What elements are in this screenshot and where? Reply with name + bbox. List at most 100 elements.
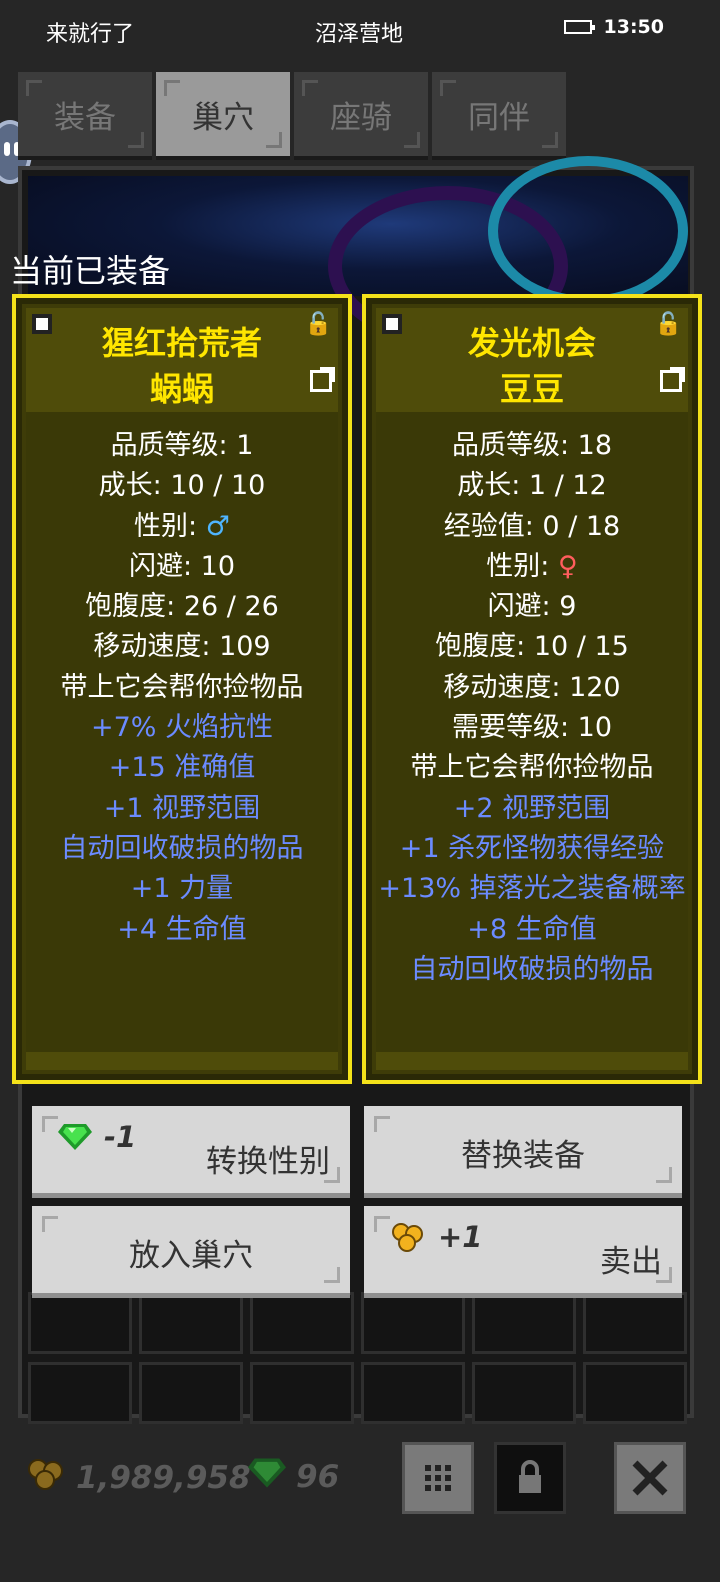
sell-label: 卖出 <box>600 1244 662 1280</box>
pet-species: 发光机会 <box>467 324 596 362</box>
close-button[interactable] <box>614 1442 686 1514</box>
gold-amount: 1,989,958 <box>76 1460 251 1496</box>
inventory-slot[interactable] <box>139 1362 243 1424</box>
rename-icon[interactable] <box>660 367 685 392</box>
put-in-nest-button[interactable]: 放入巢穴 <box>32 1206 350 1298</box>
inventory-grid-row <box>28 1362 687 1424</box>
tab-nest[interactable]: 巢穴 <box>156 72 290 160</box>
pet-card-new: 🔓 发光机会 豆豆 品质等级: 18 成长: 1 / 12 经验值: 0 / 18 性… <box>362 294 702 1084</box>
gold-reward-value: +1 <box>438 1220 483 1254</box>
inventory-slot[interactable] <box>250 1362 354 1424</box>
stat-line: 性别: ♂ <box>26 507 338 547</box>
stat-text: 品质等级: 1 <box>110 430 254 461</box>
tab-label: 装备 <box>54 99 116 136</box>
bottom-bar: 1,989,958 96 <box>0 1430 720 1530</box>
inventory-slot[interactable] <box>139 1292 243 1354</box>
stat-text: 经验值: 0 / 18 <box>443 510 621 542</box>
stat-text: 饱腹度: 10 / 15 <box>435 631 629 663</box>
stat-line: +1 杀死怪物获得经验 <box>376 829 688 869</box>
gold-coins-icon <box>390 1222 426 1252</box>
grid-view-button[interactable] <box>402 1442 474 1514</box>
clock: 13:50 <box>603 16 664 38</box>
inventory-slot[interactable] <box>361 1362 465 1424</box>
stat-line: 品质等级: 1 <box>26 426 338 466</box>
stat-text: +7% 火焰抗性 <box>90 712 274 744</box>
gem-icon <box>58 1124 92 1150</box>
stat-text: 品质等级: 18 <box>451 430 613 461</box>
pet-species: 猩红拾荒者 <box>101 324 262 362</box>
stat-text: 性别: <box>134 510 206 542</box>
stat-text: 闪避: 10 <box>128 550 236 582</box>
stat-text: +13% 掉落光之装备概率 <box>378 873 686 905</box>
tab-label: 巢穴 <box>192 99 254 136</box>
stat-line: +1 视野范围 <box>26 789 338 829</box>
stat-line: +2 视野范围 <box>376 789 688 829</box>
inventory-slot[interactable] <box>583 1362 687 1424</box>
male-gender-icon: ♂ <box>205 510 230 542</box>
replace-equipment-button[interactable]: 替换装备 <box>364 1106 682 1198</box>
pet-name: 蜗蜗 <box>149 370 214 408</box>
stat-text: 成长: 10 / 10 <box>98 470 266 502</box>
stat-line: 移动速度: 120 <box>376 668 688 708</box>
gem-display: 96 <box>248 1458 339 1496</box>
stat-text: 成长: 1 / 12 <box>457 470 607 502</box>
unlock-icon[interactable]: 🔓 <box>305 312 332 337</box>
stat-text: 带上它会帮你捡物品 <box>410 752 654 784</box>
stat-text: +15 准确值 <box>108 752 256 784</box>
inventory-slot[interactable] <box>472 1362 576 1424</box>
stat-line: 自动回收破损的物品 <box>26 829 338 869</box>
stat-line: 饱腹度: 10 / 15 <box>376 627 688 667</box>
gold-icon <box>26 1458 66 1498</box>
stat-text: +1 力量 <box>130 873 234 905</box>
unlock-icon[interactable]: 🔓 <box>655 312 682 337</box>
tab-bar: 装备 巢穴 座骑 同伴 <box>18 72 566 160</box>
stat-line: +4 生命值 <box>26 910 338 950</box>
inventory-slot[interactable] <box>250 1292 354 1354</box>
sell-button[interactable]: +1 卖出 <box>364 1206 682 1298</box>
stat-line: 需要等级: 10 <box>376 708 688 748</box>
stat-line: 自动回收破损的物品 <box>376 950 688 990</box>
stat-text: 带上它会帮你捡物品 <box>60 671 304 703</box>
stat-text: 需要等级: 10 <box>451 712 613 744</box>
inventory-slot[interactable] <box>28 1292 132 1354</box>
battery-icon <box>563 20 595 34</box>
stat-line: +15 准确值 <box>26 748 338 788</box>
status-bar: 来就行了 沼泽营地 13:50 <box>0 0 720 58</box>
gold-reward: +1 <box>390 1220 482 1254</box>
section-title: 当前已装备 <box>10 252 171 290</box>
stat-text: 饱腹度: 26 / 26 <box>85 591 279 623</box>
close-icon <box>632 1460 668 1496</box>
gem-cost: -1 <box>58 1120 136 1154</box>
tab-label: 同伴 <box>468 99 530 136</box>
inventory-slot[interactable] <box>361 1292 465 1354</box>
stat-line: 经验值: 0 / 18 <box>376 507 688 547</box>
inventory-slot[interactable] <box>28 1362 132 1424</box>
stat-line: 闪避: 9 <box>376 587 688 627</box>
stat-line: 饱腹度: 26 / 26 <box>26 587 338 627</box>
stat-text: +8 生命值 <box>467 913 597 945</box>
stat-text: 移动速度: 120 <box>443 671 621 703</box>
inventory-grid-row <box>28 1292 687 1354</box>
inventory-slot[interactable] <box>472 1292 576 1354</box>
location-name: 沼泽营地 <box>315 22 404 47</box>
rename-icon[interactable] <box>310 367 335 392</box>
tab-companion[interactable]: 同伴 <box>432 72 566 160</box>
card-header: 🔓 猩红拾荒者 蜗蜗 <box>26 308 338 412</box>
stat-line: 带上它会帮你捡物品 <box>26 668 338 708</box>
status-right: 13:50 <box>563 16 664 38</box>
stat-line: 成长: 1 / 12 <box>376 466 688 506</box>
stat-text: 自动回收破损的物品 <box>410 953 654 985</box>
stat-text: +1 视野范围 <box>103 792 261 824</box>
replace-equipment-label: 替换装备 <box>461 1138 585 1174</box>
tab-equipment[interactable]: 装备 <box>18 72 152 160</box>
pet-stats: 品质等级: 1 成长: 10 / 10 性别: ♂ 闪避: 10 饱腹度: 26 / 2… <box>26 412 338 950</box>
change-gender-button[interactable]: -1 转换性别 <box>32 1106 350 1198</box>
change-gender-label: 转换性别 <box>206 1144 330 1180</box>
select-checkbox[interactable] <box>382 314 402 334</box>
pet-stats: 品质等级: 18 成长: 1 / 12 经验值: 0 / 18 性别: ♀ 闪避: 9 饱… <box>376 412 688 990</box>
inventory-slot[interactable] <box>583 1292 687 1354</box>
lock-button[interactable] <box>494 1442 566 1514</box>
tab-mount[interactable]: 座骑 <box>294 72 428 160</box>
female-gender-icon: ♀ <box>557 550 578 582</box>
select-checkbox[interactable] <box>32 314 52 334</box>
